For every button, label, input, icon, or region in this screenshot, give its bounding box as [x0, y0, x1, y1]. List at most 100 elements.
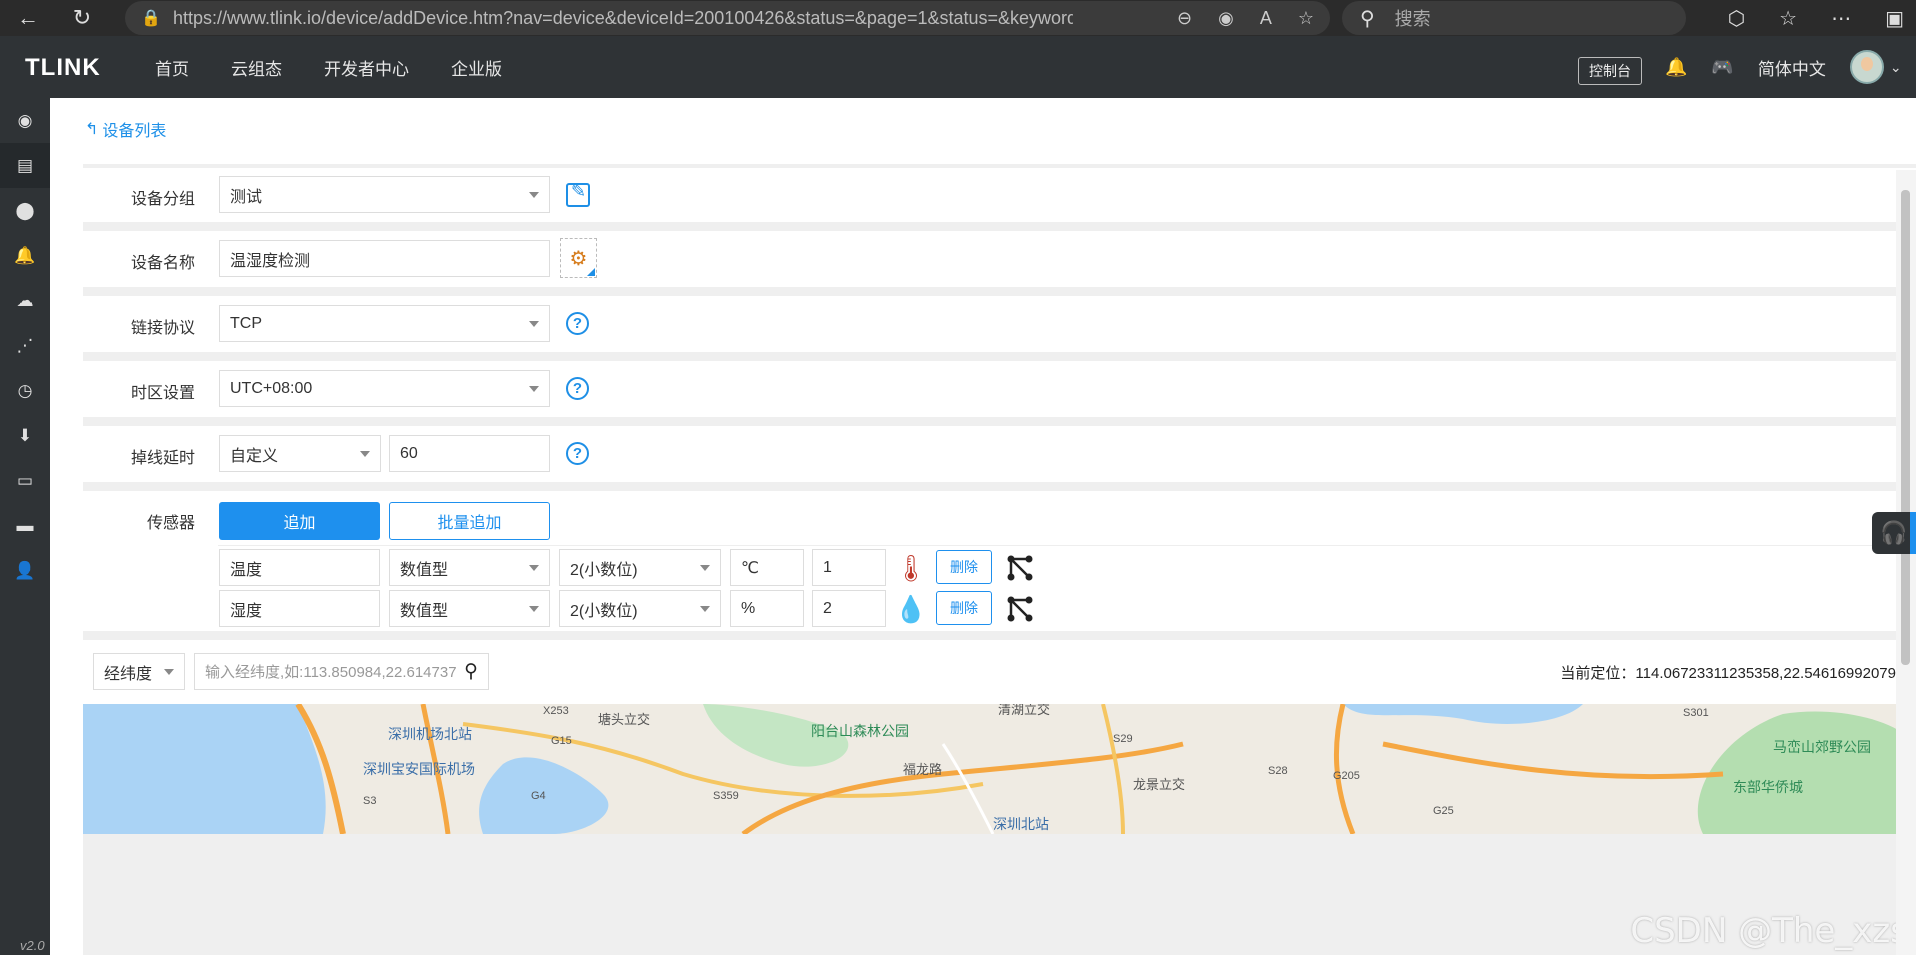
- avatar[interactable]: [1849, 50, 1884, 84]
- protocol-select[interactable]: TCP: [219, 305, 550, 342]
- history-icon[interactable]: ◷: [0, 368, 50, 413]
- add-sensor-button[interactable]: 追加: [219, 502, 380, 540]
- current-location: 当前定位：114.06723311235358,22.5461699207993…: [1560, 665, 1916, 682]
- back-icon[interactable]: ←: [10, 0, 46, 36]
- group-row: 设备分组 测试: [83, 168, 1916, 222]
- console-button[interactable]: 控制台: [1578, 57, 1642, 85]
- offline-label: 掉线延时: [130, 450, 195, 467]
- browser-search-box[interactable]: ⚲ 搜索: [1342, 1, 1686, 35]
- sensor-unit-input[interactable]: %: [730, 590, 804, 627]
- map-label: X253: [543, 705, 569, 717]
- map-label: 龙景立交: [1133, 777, 1185, 792]
- help-icon[interactable]: ?: [566, 442, 589, 465]
- map-label: S29: [1113, 733, 1133, 745]
- offline-mode-select[interactable]: 自定义: [219, 435, 381, 472]
- edge-icon[interactable]: ◉: [1218, 8, 1234, 29]
- alarm-icon[interactable]: 🔔: [0, 233, 50, 278]
- favorite-star-icon[interactable]: ☆: [1298, 8, 1314, 29]
- nav-cloud-scada[interactable]: 云组态: [231, 55, 282, 80]
- read-aloud-icon[interactable]: A: [1260, 8, 1272, 29]
- nav-developer-center[interactable]: 开发者中心: [324, 55, 409, 80]
- device-image-picker[interactable]: ⚙: [560, 238, 597, 278]
- sensor-type-select[interactable]: 数值型: [389, 549, 550, 586]
- help-icon[interactable]: ?: [566, 312, 589, 335]
- user-icon[interactable]: 👤: [0, 548, 50, 593]
- gamepad-icon[interactable]: 🎮: [1711, 57, 1733, 78]
- help-icon[interactable]: ?: [566, 377, 589, 400]
- sensor-order-input[interactable]: 2: [812, 590, 886, 627]
- sensor-type-value: 数值型: [400, 561, 449, 579]
- location-icon[interactable]: ⬤: [0, 188, 50, 233]
- water-drop-icon[interactable]: 💧: [895, 589, 927, 629]
- sensor-label: 传感器: [146, 515, 195, 532]
- browser-search-placeholder: 搜索: [1394, 9, 1431, 29]
- geo-mode-select[interactable]: 经纬度: [93, 653, 185, 690]
- device-list-link[interactable]: 设备列表: [102, 117, 166, 141]
- sensor-order-input[interactable]: 1: [812, 549, 886, 586]
- download-icon[interactable]: ⬇: [0, 413, 50, 458]
- main-panel: ↰ 设备列表 设备分组 测试 设备名称 温湿度检测 ⚙ 链接协议 TCP ?: [50, 98, 1916, 955]
- cloud-icon[interactable]: ☁: [0, 278, 50, 323]
- geo-search-placeholder: 输入经纬度,如:113.850984,22.614737: [205, 664, 457, 681]
- map[interactable]: X253 塘头立交 清湖立交 S301 深圳机场北站 阳台山森林公园 马峦山郊野…: [83, 704, 1916, 834]
- chevron-down-icon: [700, 606, 710, 612]
- page-scrollbar[interactable]: [1896, 170, 1916, 955]
- chevron-down-icon: [164, 669, 174, 675]
- refresh-icon[interactable]: ↻: [64, 0, 100, 36]
- timezone-select[interactable]: UTC+08:00: [219, 370, 550, 407]
- sensor-unit-input[interactable]: ℃: [730, 549, 804, 586]
- scrollbar-thumb[interactable]: [1901, 190, 1910, 665]
- nav-enterprise[interactable]: 企业版: [451, 55, 502, 80]
- group-select[interactable]: 测试: [219, 176, 550, 213]
- chevron-down-icon: [529, 321, 539, 327]
- favorites-icon[interactable]: ☆: [1779, 6, 1797, 31]
- sea-water: [83, 704, 326, 834]
- map-canvas[interactable]: X253 塘头立交 清湖立交 S301 深圳机场北站 阳台山森林公园 马峦山郊野…: [83, 704, 1916, 834]
- language-selector[interactable]: 简体中文: [1758, 55, 1826, 80]
- card-icon[interactable]: ▬: [0, 503, 50, 548]
- device-icon[interactable]: ▤: [0, 143, 50, 188]
- device-form: 设备分组 测试 设备名称 温湿度检测 ⚙ 链接协议 TCP ? 时区设置 UTC…: [83, 164, 1916, 955]
- dashboard-icon[interactable]: ◉: [0, 98, 50, 143]
- map-label: 马峦山郊野公园: [1773, 739, 1871, 755]
- extensions-icon[interactable]: ⬡: [1728, 6, 1745, 31]
- delete-sensor-button[interactable]: 删除: [936, 591, 992, 625]
- delete-sensor-button[interactable]: 删除: [936, 550, 992, 584]
- edit-icon[interactable]: [566, 181, 590, 207]
- zoom-out-icon[interactable]: ⊖: [1177, 8, 1192, 29]
- offline-delay-input[interactable]: 60: [389, 435, 550, 472]
- node-link-icon[interactable]: [1005, 594, 1035, 624]
- profile-icon[interactable]: ▣: [1885, 6, 1904, 31]
- csdn-watermark: CSDN @The_xzs: [1630, 911, 1908, 951]
- headset-support-icon[interactable]: 🎧: [1872, 512, 1916, 554]
- map-label: S301: [1683, 707, 1709, 719]
- monitor-icon[interactable]: ▭: [0, 458, 50, 503]
- device-name-input[interactable]: 温湿度检测: [219, 240, 550, 277]
- map-label: 塘头立交: [598, 712, 650, 727]
- chevron-down-icon: [529, 386, 539, 392]
- map-label: 深圳机场北站: [388, 726, 472, 742]
- more-icon[interactable]: ⋯: [1831, 6, 1851, 31]
- address-bar[interactable]: 🔒 https://www.tlink.io/device/addDevice.…: [125, 1, 1330, 35]
- back-arrow-icon: ↰: [85, 121, 99, 138]
- sensor-name-input[interactable]: 湿度: [219, 590, 380, 627]
- geo-mode-value: 经纬度: [104, 665, 153, 683]
- node-link-icon[interactable]: [1005, 553, 1035, 583]
- sensor-decimals-select[interactable]: 2(小数位): [559, 590, 721, 627]
- search-icon: ⚲: [1360, 7, 1375, 30]
- breadcrumb[interactable]: ↰ 设备列表: [85, 117, 166, 141]
- nav-home[interactable]: 首页: [155, 55, 189, 80]
- tlink-logo[interactable]: TLINK: [25, 54, 101, 82]
- sensor-type-select[interactable]: 数值型: [389, 590, 550, 627]
- network-icon[interactable]: ⋰: [0, 323, 50, 368]
- bell-icon[interactable]: 🔔: [1665, 57, 1687, 78]
- group-select-value: 测试: [230, 188, 263, 206]
- chevron-down-icon[interactable]: ⌄: [1890, 59, 1902, 76]
- sensor-decimals-select[interactable]: 2(小数位): [559, 549, 721, 586]
- search-icon[interactable]: ⚲: [464, 660, 478, 683]
- batch-add-button[interactable]: 批量追加: [389, 502, 550, 540]
- thermometer-icon[interactable]: 🌡: [895, 548, 928, 588]
- url-text[interactable]: https://www.tlink.io/device/addDevice.ht…: [173, 8, 1073, 29]
- sensor-name-input[interactable]: 温度: [219, 549, 380, 586]
- geo-search-input[interactable]: 输入经纬度,如:113.850984,22.614737 ⚲: [194, 653, 489, 690]
